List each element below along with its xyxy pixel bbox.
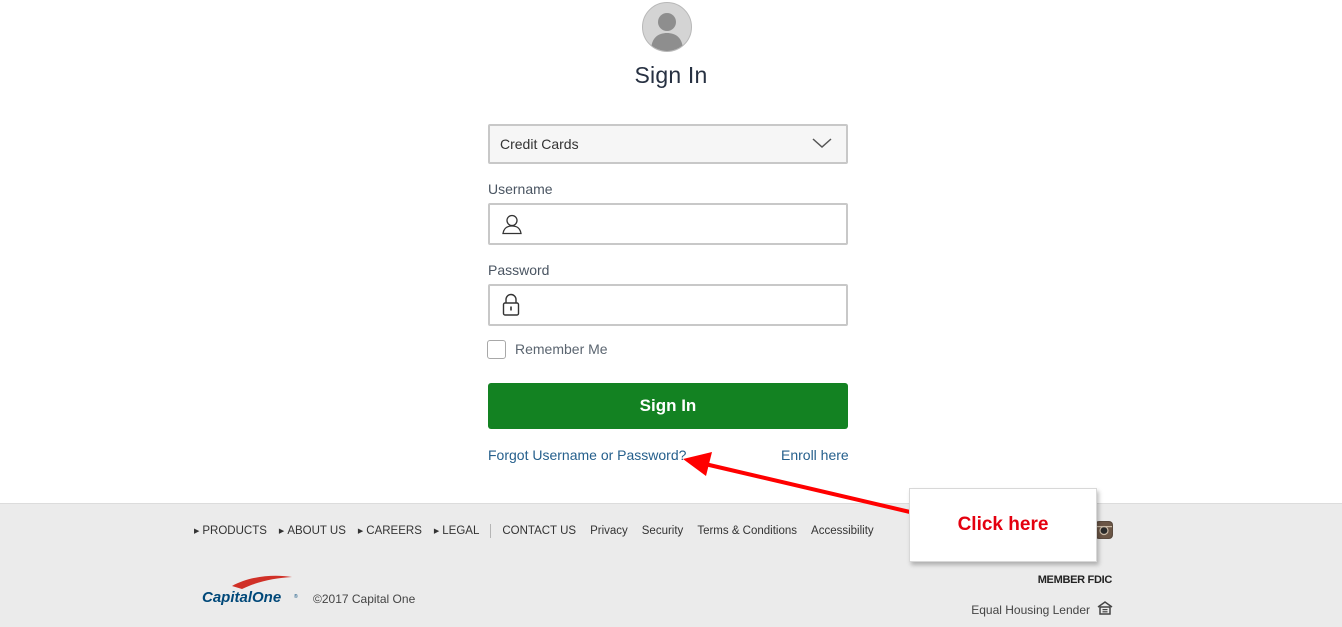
- footer-nav-label: ABOUT US: [287, 525, 346, 537]
- instagram-icon[interactable]: [1095, 521, 1113, 539]
- footer-nav-label: PRODUCTS: [202, 525, 267, 537]
- svg-text:®: ®: [294, 593, 298, 600]
- privacy-link[interactable]: Privacy: [590, 525, 628, 537]
- password-label: Password: [488, 262, 550, 278]
- username-field[interactable]: [488, 203, 848, 245]
- svg-text:CapitalOne: CapitalOne: [202, 589, 281, 606]
- account-type-value: Credit Cards: [500, 136, 579, 152]
- footer-nav-legal[interactable]: ▶ LEGAL: [434, 525, 479, 537]
- equal-housing-icon: [1097, 601, 1113, 620]
- contact-us-link[interactable]: CONTACT US: [502, 525, 576, 537]
- capital-one-logo[interactable]: CapitalOne ®: [202, 574, 302, 615]
- forgot-credentials-link[interactable]: Forgot Username or Password?: [488, 447, 686, 463]
- page-title: Sign In: [634, 62, 708, 88]
- member-fdic: MEMBER FDIC: [1037, 574, 1113, 586]
- footer-divider: [490, 524, 492, 538]
- footer-nav: ▶ PRODUCTS ▶ ABOUT US ▶ CAREERS ▶ LEGAL CONT…: [194, 524, 888, 538]
- footer-nav-products[interactable]: ▶ PRODUCTS: [194, 525, 267, 537]
- lock-icon: [502, 293, 520, 322]
- callout-text: Click here: [957, 514, 1049, 535]
- caret-right-icon: ▶: [278, 528, 285, 535]
- enroll-link[interactable]: Enroll here: [781, 447, 849, 463]
- footer-nav-label: LEGAL: [442, 525, 480, 537]
- accessibility-link[interactable]: Accessibility: [811, 525, 874, 537]
- caret-right-icon: ▶: [357, 528, 364, 535]
- terms-link[interactable]: Terms & Conditions: [697, 525, 797, 537]
- chevron-down-icon: [812, 136, 832, 155]
- footer-nav-label: CAREERS: [366, 525, 422, 537]
- footer-nav-careers[interactable]: ▶ CAREERS: [358, 525, 422, 537]
- password-field[interactable]: [488, 284, 848, 326]
- copyright-text: ©2017 Capital One: [313, 592, 416, 606]
- caret-right-icon: ▶: [194, 528, 200, 535]
- footer-nav-about[interactable]: ▶ ABOUT US: [279, 525, 346, 537]
- click-here-callout: Click here: [909, 488, 1097, 562]
- remember-me-label: Remember Me: [515, 341, 608, 357]
- remember-me-checkbox[interactable]: [487, 340, 506, 359]
- equal-housing-text: Equal Housing Lender: [971, 603, 1090, 617]
- username-label: Username: [488, 181, 553, 197]
- avatar-icon: [642, 2, 692, 52]
- security-link[interactable]: Security: [642, 525, 684, 537]
- footer: ▶ PRODUCTS ▶ ABOUT US ▶ CAREERS ▶ LEGAL CONT…: [0, 503, 1342, 627]
- user-icon: [501, 213, 523, 240]
- caret-right-icon: ▶: [433, 528, 440, 535]
- account-type-select[interactable]: Credit Cards: [488, 124, 848, 164]
- sign-in-button[interactable]: Sign In: [488, 383, 848, 429]
